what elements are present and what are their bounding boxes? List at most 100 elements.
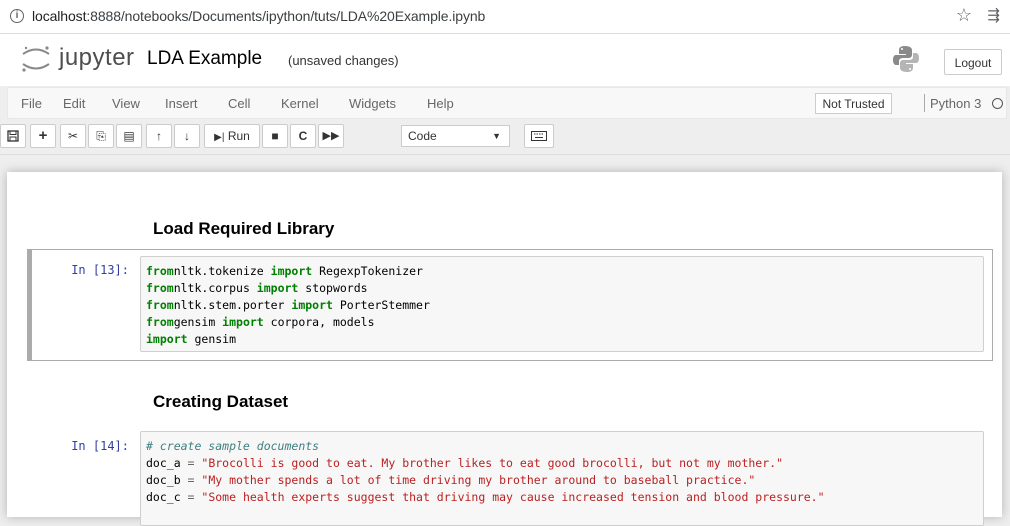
code-token: # create sample documents xyxy=(146,439,320,453)
menu-insert[interactable]: Insert xyxy=(165,96,198,111)
markdown-heading: Load Required Library xyxy=(153,219,335,238)
kernel-idle-indicator-icon xyxy=(992,98,1003,109)
chevron-down-icon: ▼ xyxy=(492,131,501,141)
code-token: gensim xyxy=(173,315,216,329)
copy-icon: ⎘ xyxy=(96,129,106,143)
restart-icon: C xyxy=(298,129,308,143)
code-token: from xyxy=(146,298,174,312)
code-token: RegexpTokenizer xyxy=(312,264,423,278)
menu-widgets[interactable]: Widgets xyxy=(349,96,396,111)
run-button[interactable]: ▶| Run xyxy=(204,124,260,148)
code-token: doc_c xyxy=(146,490,181,504)
paste-icon: ▤ xyxy=(123,129,135,143)
extension-icon[interactable]: ⇶ xyxy=(987,6,1000,24)
arrow-up-icon: ↑ xyxy=(156,129,162,143)
code-token: nltk.tokenize xyxy=(173,264,264,278)
code-token: = xyxy=(180,456,195,470)
cut-icon: ✂ xyxy=(67,129,79,143)
code-token: "My mother spends a lot of time driving … xyxy=(194,473,756,487)
code-line: fromnltk.corpus import stopwords xyxy=(146,280,978,297)
kernel-name[interactable]: Python 3 xyxy=(930,96,981,111)
code-token: = xyxy=(180,473,195,487)
copy-button[interactable]: ⎘ xyxy=(88,124,114,148)
code-token: gensim xyxy=(187,332,237,346)
info-icon[interactable]: i xyxy=(10,9,24,23)
menu-help[interactable]: Help xyxy=(427,96,454,111)
arrow-down-icon: ↓ xyxy=(184,129,190,143)
code-token: import xyxy=(249,281,299,295)
insert-cell-button[interactable]: + xyxy=(30,124,56,148)
code-token: "Brocolli is good to eat. My brother lik… xyxy=(194,456,783,470)
code-token: import xyxy=(215,315,264,329)
logout-button[interactable]: Logout xyxy=(944,49,1002,75)
code-token: doc_a xyxy=(146,456,181,470)
cell-prompt: In [14]: xyxy=(71,439,129,453)
kernel-divider xyxy=(924,94,925,112)
run-icon: ▶| xyxy=(214,132,225,143)
code-token: import xyxy=(263,264,313,278)
bookmark-star-icon[interactable]: ☆ xyxy=(956,5,972,26)
code-cell[interactable]: In [14]: # create sample documents doc_a … xyxy=(27,427,993,526)
code-line: fromnltk.tokenize import RegexpTokenizer xyxy=(146,263,978,280)
cut-button[interactable]: ✂ xyxy=(60,124,86,148)
notebook-toolbar: + ✂ ⎘ ▤ ↑ ↓ ▶| Run ■ C ▶▶ Code ▼ xyxy=(0,121,1010,153)
code-token: PorterStemmer xyxy=(332,298,430,312)
menubar: File Edit View Insert Cell Kernel Widget… xyxy=(7,87,1007,119)
cell-prompt: In [13]: xyxy=(71,263,129,277)
code-cell-selected[interactable]: In [13]: fromnltk.tokenize import Regexp… xyxy=(27,249,993,361)
menu-view[interactable]: View xyxy=(112,96,140,111)
notebook-name[interactable]: LDA Example xyxy=(147,48,262,70)
menu-file[interactable]: File xyxy=(21,96,42,111)
run-label: Run xyxy=(227,129,250,143)
save-status: (unsaved changes) xyxy=(288,53,399,68)
url-host: localhost xyxy=(32,8,87,24)
stop-icon: ■ xyxy=(271,129,279,143)
code-input[interactable]: fromnltk.tokenize import RegexpTokenizer… xyxy=(140,256,984,352)
code-token: doc_b xyxy=(146,473,181,487)
code-line: doc_c = "Some health experts suggest tha… xyxy=(146,489,978,506)
command-palette-button[interactable] xyxy=(524,124,554,148)
not-trusted-button[interactable]: Not Trusted xyxy=(815,93,892,114)
code-token: import xyxy=(146,332,188,346)
url-path: :8888/notebooks/Documents/ipython/tuts/L… xyxy=(86,8,486,24)
header-divider xyxy=(0,154,1010,155)
save-button[interactable] xyxy=(0,124,26,148)
paste-button[interactable]: ▤ xyxy=(116,124,142,148)
code-line: fromnltk.stem.porter import PorterStemme… xyxy=(146,297,978,314)
code-token: from xyxy=(146,264,174,278)
restart-run-all-button[interactable]: ▶▶ xyxy=(318,124,344,148)
fast-forward-icon: ▶▶ xyxy=(322,130,340,142)
notebook-header: jupyter LDA Example (unsaved changes) Lo… xyxy=(0,34,1010,86)
python-logo-icon xyxy=(893,46,919,72)
jupyter-brand[interactable]: jupyter xyxy=(59,44,135,72)
plus-icon: + xyxy=(38,127,48,144)
keyboard-icon xyxy=(531,131,547,141)
notebook-page: Load Required Library In [13]: fromnltk.… xyxy=(7,172,1002,526)
code-token: from xyxy=(146,281,174,295)
browser-address-bar[interactable]: i localhost:8888/notebooks/Documents/ipy… xyxy=(0,0,1010,34)
code-token: import xyxy=(284,298,333,312)
code-line: fromgensim import corpora, models xyxy=(146,314,978,331)
jupyter-logo-icon[interactable] xyxy=(20,44,52,74)
restart-button[interactable]: C xyxy=(290,124,316,148)
code-line: # create sample documents xyxy=(146,438,978,455)
move-up-button[interactable]: ↑ xyxy=(146,124,172,148)
code-line: doc_b = "My mother spends a lot of time … xyxy=(146,472,978,489)
menu-edit[interactable]: Edit xyxy=(63,96,85,111)
cell-type-select[interactable]: Code ▼ xyxy=(401,125,510,147)
move-down-button[interactable]: ↓ xyxy=(174,124,200,148)
code-token: "Some health experts suggest that drivin… xyxy=(194,490,825,504)
code-token: corpora, models xyxy=(263,315,375,329)
code-token: = xyxy=(180,490,195,504)
interrupt-button[interactable]: ■ xyxy=(262,124,288,148)
save-icon xyxy=(7,130,19,142)
code-line: doc_a = "Brocolli is good to eat. My bro… xyxy=(146,455,978,472)
menu-kernel[interactable]: Kernel xyxy=(281,96,319,111)
code-token: nltk.stem.porter xyxy=(173,298,285,312)
cell-type-value: Code xyxy=(408,129,437,143)
code-token: from xyxy=(146,315,174,329)
code-token: nltk.corpus xyxy=(173,281,250,295)
code-token: stopwords xyxy=(298,281,368,295)
url-text[interactable]: localhost:8888/notebooks/Documents/ipyth… xyxy=(32,8,485,24)
menu-cell[interactable]: Cell xyxy=(228,96,250,111)
